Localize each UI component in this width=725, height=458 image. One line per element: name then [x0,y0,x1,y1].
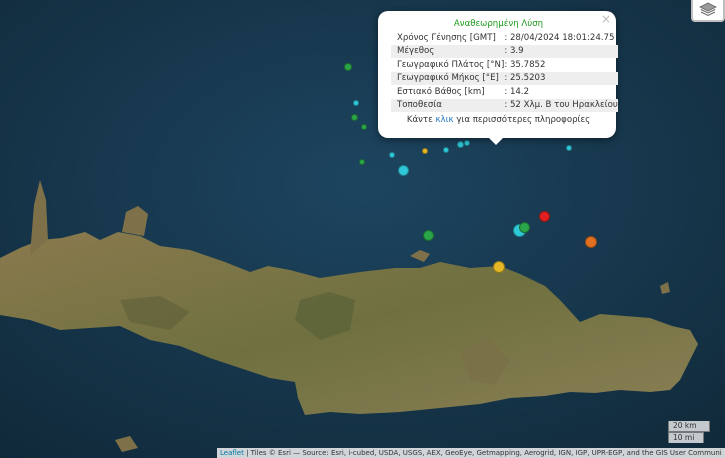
detail-label: Τοποθεσία [391,98,505,112]
more-info-text: Κάντε κλικ για περισσότερες πληροφορίες [391,115,606,125]
earthquake-marker[interactable] [519,222,530,233]
more-info-link[interactable]: κλικ [435,115,453,125]
layers-icon [699,2,717,17]
map-view[interactable]: × Αναθεωρημένη Λύση Χρόνος Γένησης [GMT]… [0,0,725,458]
detail-label: Χρόνος Γένησης [GMT] [397,32,496,43]
earthquake-marker[interactable] [585,236,597,248]
earthquake-marker[interactable] [344,63,352,71]
more-info-suffix: για περισσότερες πληροφορίες [453,115,591,125]
detail-value: : 35.7852 [504,59,546,70]
detail-label: Γεωγραφικό Πλάτος [°N] [397,59,505,70]
earthquake-marker[interactable] [361,124,367,130]
map-attribution: Leaflet | Tiles © Esri — Source: Esri, i… [217,448,725,458]
detail-value: : 28/04/2024 18:01:24.75 [504,32,615,43]
earthquake-marker[interactable] [566,145,572,151]
detail-row-longitude: Γεωγραφικό Μήκος [°E]: 25.5203 [391,71,618,85]
earthquake-marker[interactable] [493,261,505,273]
layers-control-button[interactable] [691,0,725,22]
earthquake-marker[interactable] [398,165,409,176]
detail-value: : 14.2 [504,86,530,97]
detail-label: Εστιακό Βάθος [km] [397,86,485,97]
earthquake-details-table: Χρόνος Γένησης [GMT] : 28/04/2024 18:01:2… [391,31,618,112]
detail-value: : 52 Χλμ. Β του Ηρακλείου [504,98,618,112]
earthquake-marker[interactable] [353,100,359,106]
detail-row-origin-time: Χρόνος Γένησης [GMT] : 28/04/2024 18:01:2… [391,31,618,45]
earthquake-marker[interactable] [359,159,365,165]
attribution-text: | Tiles © Esri — Source: Esri, i-cubed, … [243,449,722,457]
popup-close-button[interactable]: × [601,13,611,25]
scale-bar-km: 20 km [668,421,710,432]
earthquake-marker[interactable] [351,114,358,121]
detail-label: Μέγεθος [391,44,505,58]
scale-bar-mi: 10 mi [668,432,704,443]
leaflet-link[interactable]: Leaflet [220,449,244,457]
detail-row-location: Τοποθεσία: 52 Χλμ. Β του Ηρακλείου [391,98,618,112]
popup-tip [489,138,503,145]
earthquake-marker[interactable] [457,141,464,148]
detail-row-magnitude: Μέγεθος: 3.9 [391,44,618,58]
earthquake-marker[interactable] [423,230,434,241]
earthquake-marker[interactable] [422,148,428,154]
more-info-prefix: Κάντε [406,115,436,125]
earthquake-marker[interactable] [389,152,395,158]
detail-row-latitude: Γεωγραφικό Πλάτος [°N]: 35.7852 [391,58,618,72]
detail-value: : 3.9 [504,44,618,58]
detail-label: Γεωγραφικό Μήκος [°E] [391,71,505,85]
popup-title: Αναθεωρημένη Λύση [453,19,544,29]
earthquake-marker[interactable] [539,211,550,222]
earthquake-marker[interactable] [464,140,470,146]
earthquake-popup: × Αναθεωρημένη Λύση Χρόνος Γένησης [GMT]… [378,11,618,145]
detail-value: : 25.5203 [504,71,618,85]
earthquake-marker[interactable] [443,147,449,153]
detail-row-depth: Εστιακό Βάθος [km] : 14.2 [391,85,618,99]
